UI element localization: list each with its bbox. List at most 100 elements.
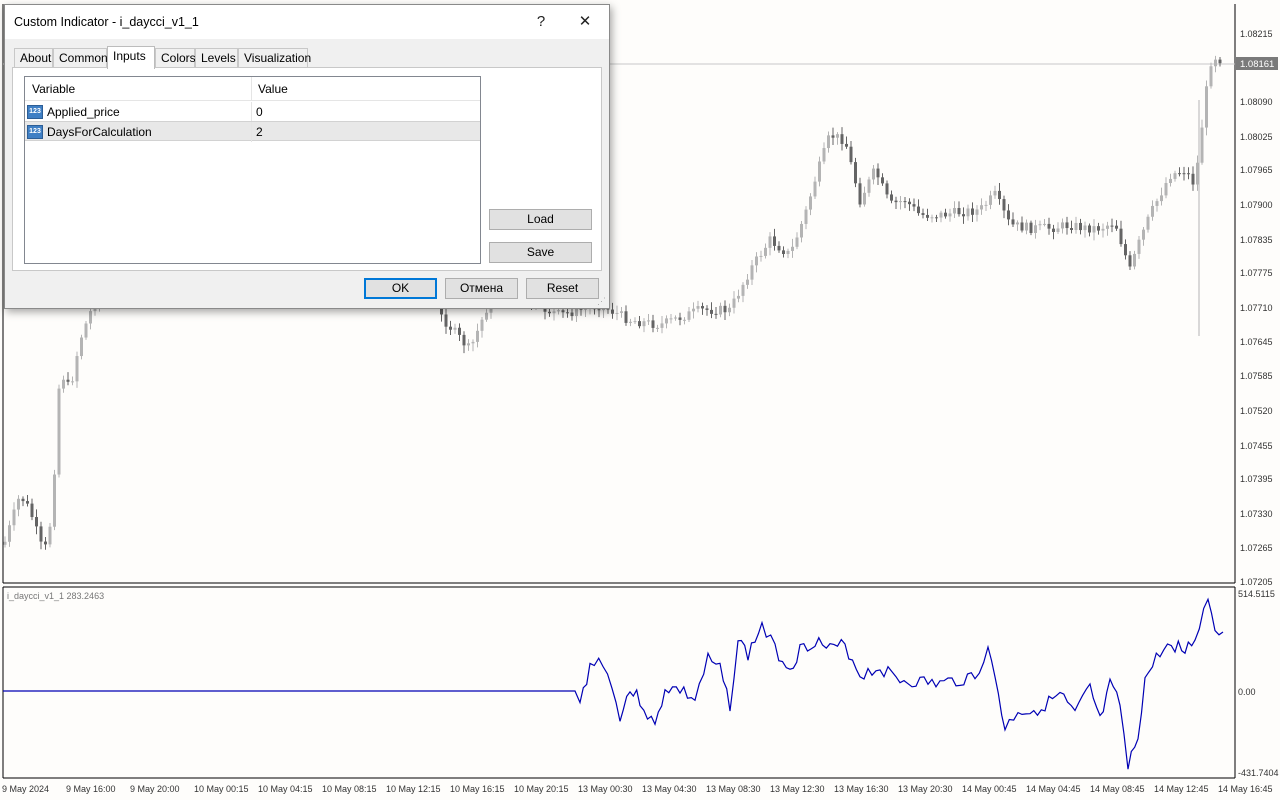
candle-body	[1110, 225, 1114, 227]
candle-body	[1142, 229, 1145, 240]
candle-body	[651, 320, 655, 328]
candle-body	[813, 181, 817, 197]
time-axis-label: 13 May 12:30	[770, 784, 825, 794]
tab-common[interactable]: Common	[53, 48, 108, 67]
candle-body	[1065, 222, 1069, 229]
candle-body	[1070, 228, 1073, 230]
reset-button[interactable]: Reset	[526, 278, 599, 299]
time-axis-label: 9 May 16:00	[66, 784, 116, 794]
integer-type-icon: 123	[27, 125, 43, 139]
candle-body	[840, 134, 844, 144]
price-axis-label: 1.07710	[1240, 303, 1273, 313]
candle-body	[1002, 199, 1006, 211]
header-variable[interactable]: Variable	[32, 82, 75, 96]
grid-header: Variable Value	[25, 77, 480, 101]
candle-body	[570, 312, 574, 317]
price-axis-label: 1.07965	[1240, 165, 1273, 175]
price-axis-label: 1.07835	[1240, 235, 1273, 245]
candle-body	[1043, 223, 1046, 225]
candle-body	[1016, 222, 1019, 225]
candle-body	[912, 204, 916, 207]
candle-body	[800, 223, 803, 238]
cancel-button[interactable]: Отмена	[445, 278, 518, 299]
candle-body	[1178, 173, 1181, 175]
candle-body	[993, 190, 997, 196]
candle-body	[21, 498, 25, 502]
save-button[interactable]: Save	[489, 242, 592, 263]
candle-body	[1155, 201, 1159, 206]
candle-body	[17, 498, 20, 510]
dialog-titlebar[interactable]: Custom Indicator - i_daycci_v1_1 ? ✕	[5, 5, 609, 39]
candle-body	[723, 305, 727, 313]
tab-visualization[interactable]: Visualization	[238, 48, 311, 67]
candle-body	[890, 194, 893, 201]
candle-body	[35, 517, 38, 527]
time-axis-label: 10 May 20:15	[514, 784, 569, 794]
help-button[interactable]: ?	[519, 9, 563, 35]
candle-body	[638, 321, 641, 327]
candle-body	[867, 179, 871, 193]
indicator-label: i_daycci_v1_1 283.2463	[7, 591, 104, 601]
tab-colors[interactable]: Colors	[155, 48, 196, 67]
load-button[interactable]: Load	[489, 209, 592, 230]
candle-body	[552, 311, 556, 314]
candle-body	[53, 474, 56, 527]
candle-body	[660, 323, 664, 328]
candle-body	[687, 311, 691, 320]
candle-body	[903, 201, 907, 203]
candle-body	[926, 214, 929, 218]
candle-body	[1101, 228, 1105, 231]
candle-body	[768, 236, 772, 248]
time-axis-label: 9 May 20:00	[130, 784, 180, 794]
time-axis-label: 13 May 20:30	[898, 784, 953, 794]
candle-body	[89, 311, 92, 324]
close-button[interactable]: ✕	[563, 9, 607, 35]
candle-body	[611, 309, 614, 314]
tab-inputs[interactable]: Inputs	[107, 46, 155, 69]
time-axis-label: 10 May 12:15	[386, 784, 441, 794]
candle-body	[948, 213, 952, 217]
cell-separator	[251, 102, 252, 122]
variable-value[interactable]: 0	[256, 105, 263, 119]
candle-body	[1133, 253, 1136, 267]
time-axis-label: 9 May 2024	[2, 784, 49, 794]
candle-body	[908, 201, 911, 205]
candle-body	[1209, 66, 1213, 87]
candle-body	[561, 310, 565, 313]
candle-body	[1020, 222, 1024, 231]
price-axis-label: 1.07330	[1240, 509, 1273, 519]
candle-body	[449, 326, 452, 330]
candle-body	[710, 309, 713, 314]
candle-body	[737, 295, 740, 299]
cell-separator	[251, 122, 252, 142]
tab-levels[interactable]: Levels	[195, 48, 238, 67]
inputs-grid[interactable]: Variable Value 123 Applied_price 0 123 D…	[24, 76, 481, 264]
candle-body	[1191, 173, 1195, 185]
candle-body	[1007, 210, 1010, 220]
candle-body	[1047, 223, 1051, 229]
candle-body	[597, 309, 601, 311]
candle-body	[485, 312, 488, 320]
price-axis-label: 1.07585	[1240, 371, 1273, 381]
variable-value[interactable]: 2	[256, 125, 263, 139]
header-value[interactable]: Value	[258, 82, 288, 96]
tab-about[interactable]: About	[14, 48, 53, 67]
input-row-applied-price[interactable]: 123 Applied_price 0	[25, 102, 480, 122]
variable-name: DaysForCalculation	[47, 125, 152, 139]
candle-body	[62, 379, 65, 389]
current-price-label: 1.08161	[1240, 59, 1274, 70]
header-separator[interactable]	[251, 77, 252, 100]
candle-body	[476, 330, 479, 342]
candle-body	[1128, 255, 1132, 267]
candle-body	[944, 212, 947, 217]
candle-body	[566, 312, 569, 314]
time-axis-label: 13 May 04:30	[642, 784, 697, 794]
candle-body	[84, 323, 88, 338]
candle-body	[1200, 127, 1204, 163]
candle-body	[831, 135, 835, 138]
resize-grip-icon[interactable]: ⋰	[597, 296, 607, 306]
candle-body	[845, 143, 848, 147]
input-row-days-for-calculation[interactable]: 123 DaysForCalculation 2	[25, 121, 480, 142]
ok-button[interactable]: OK	[364, 278, 437, 299]
price-axis-label: 1.07520	[1240, 406, 1273, 416]
